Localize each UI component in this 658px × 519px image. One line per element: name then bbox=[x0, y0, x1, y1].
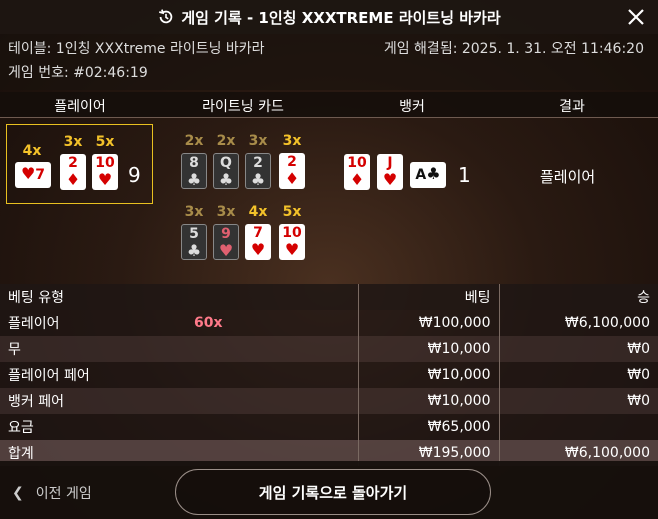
table-row: 무 ₩10,000 ₩0 bbox=[0, 336, 658, 362]
history-icon bbox=[159, 9, 173, 24]
bet-type: 요금 bbox=[0, 414, 359, 440]
table-name: 테이블: 1인칭 XXXtreme 라이트닝 바카라 bbox=[8, 41, 265, 57]
banker-card: J ♥ bbox=[377, 154, 403, 190]
card-multiplier: 3x bbox=[184, 204, 204, 220]
heart-icon: ♥ bbox=[218, 241, 234, 260]
lightning-card: 2 ♦ bbox=[279, 153, 305, 189]
card-multiplier: 3x bbox=[63, 134, 83, 150]
card-multiplier: 4x bbox=[22, 143, 42, 159]
table-row: 플레이어 페어 ₩10,000 ₩0 bbox=[0, 362, 658, 388]
card-multiplier: 4x bbox=[248, 204, 268, 220]
bets-table: 베팅 유형 베팅 승 플레이어 60x ₩100,000 ₩6,100,000 … bbox=[0, 284, 658, 466]
bet-type: 플레이어 페어 bbox=[0, 362, 359, 388]
club-icon: ♣ bbox=[186, 170, 202, 189]
bet-amount: ₩10,000 bbox=[358, 388, 500, 414]
lightning-card: 10 ♥ bbox=[279, 224, 305, 260]
heart-icon: ♥ bbox=[250, 240, 266, 259]
win-amount bbox=[499, 414, 658, 440]
player-card: 2 ♦ bbox=[60, 154, 86, 190]
player-card: ♥7 bbox=[15, 162, 51, 188]
lightning-card: 8 ♣ bbox=[181, 153, 207, 189]
heart-icon: ♥ bbox=[284, 240, 300, 259]
bet-amount: ₩10,000 bbox=[358, 362, 500, 388]
bet-type: 뱅커 페어 bbox=[0, 388, 359, 414]
win-amount: ₩6,100,000 bbox=[564, 315, 650, 331]
win-amount: ₩0 bbox=[627, 393, 650, 409]
result-columns: 플레이어 라이트닝 카드 뱅커 결과 bbox=[0, 92, 658, 118]
col-lightning: 라이트닝 카드 bbox=[202, 99, 284, 115]
win-amount: ₩0 bbox=[627, 341, 650, 357]
card-multiplier: 2x bbox=[184, 133, 204, 149]
win-amount: ₩0 bbox=[627, 367, 650, 383]
resolved-time: 게임 해결됨: 2025. 1. 31. 오전 11:46:20 bbox=[383, 41, 644, 57]
col-player: 플레이어 bbox=[54, 99, 106, 115]
game-result: 플레이어 bbox=[540, 168, 596, 186]
banker-card: 10 ♦ bbox=[344, 154, 370, 190]
header-win: 승 bbox=[637, 290, 650, 306]
table-row: 요금 ₩65,000 bbox=[0, 414, 658, 440]
lightning-card: Q ♣ bbox=[213, 153, 239, 189]
club-icon: ♣ bbox=[426, 164, 441, 183]
diamond-icon: ♦ bbox=[65, 170, 81, 189]
diamond-icon: ♦ bbox=[349, 170, 365, 189]
lightning-card: 5 ♣ bbox=[181, 224, 207, 260]
heart-icon: ♥ bbox=[20, 164, 36, 183]
game-number: 게임 번호: #02:46:19 bbox=[8, 65, 148, 81]
club-icon: ♣ bbox=[186, 241, 202, 260]
chevron-left-icon: ❮ bbox=[12, 485, 24, 501]
card-multiplier: 3x bbox=[248, 133, 268, 149]
lightning-card: 9 ♥ bbox=[213, 224, 239, 260]
previous-game-label: 이전 게임 bbox=[35, 486, 92, 502]
card-multiplier: 3x bbox=[282, 133, 302, 149]
lightning-card: 2 ♣ bbox=[245, 153, 271, 189]
footer-bar: ❮ 이전 게임 게임 기록으로 돌아가기 bbox=[0, 461, 658, 519]
multiplier-badge: 60x bbox=[194, 315, 223, 331]
table-header-row: 베팅 유형 베팅 승 bbox=[0, 284, 658, 310]
diamond-icon: ♦ bbox=[284, 169, 300, 188]
bet-amount: ₩100,000 bbox=[358, 310, 500, 336]
player-score: 9 bbox=[128, 163, 141, 187]
heart-icon: ♥ bbox=[97, 170, 113, 189]
card-multiplier: 2x bbox=[216, 133, 236, 149]
table-row: 플레이어 60x ₩100,000 ₩6,100,000 bbox=[0, 310, 658, 336]
title-bar: 게임 기록 - 1인칭 XXXTREME 라이트닝 바카라 bbox=[0, 0, 658, 34]
heart-icon: ♥ bbox=[382, 170, 398, 189]
table-row: 뱅커 페어 ₩10,000 ₩0 bbox=[0, 388, 658, 414]
card-multiplier: 3x bbox=[216, 204, 236, 220]
bet-type: 무 bbox=[0, 336, 359, 362]
header-bet: 베팅 bbox=[358, 284, 500, 310]
bet-amount: ₩10,000 bbox=[358, 336, 500, 362]
card-multiplier: 5x bbox=[95, 134, 115, 150]
back-to-history-label: 게임 기록으로 돌아가기 bbox=[258, 483, 408, 502]
player-card: 10 ♥ bbox=[92, 154, 118, 190]
club-icon: ♣ bbox=[218, 170, 234, 189]
lightning-card: 7 ♥ bbox=[245, 224, 271, 260]
bet-type: 플레이어 bbox=[8, 316, 60, 332]
club-icon: ♣ bbox=[250, 170, 266, 189]
page-title: 게임 기록 - 1인칭 XXXTREME 라이트닝 바카라 bbox=[181, 8, 501, 27]
col-result: 결과 bbox=[559, 99, 585, 115]
banker-card: A♣ bbox=[410, 162, 446, 188]
col-banker: 뱅커 bbox=[399, 99, 425, 115]
card-multiplier: 5x bbox=[282, 204, 302, 220]
game-info: 테이블: 1인칭 XXXtreme 라이트닝 바카라 게임 번호: #02:46… bbox=[0, 34, 658, 90]
close-icon[interactable] bbox=[626, 7, 646, 27]
previous-game-button[interactable]: ❮ 이전 게임 bbox=[12, 483, 92, 503]
header-bet-type: 베팅 유형 bbox=[0, 284, 359, 310]
back-to-history-button[interactable]: 게임 기록으로 돌아가기 bbox=[175, 469, 491, 515]
bet-amount: ₩65,000 bbox=[358, 414, 500, 440]
banker-score: 1 bbox=[458, 163, 471, 187]
